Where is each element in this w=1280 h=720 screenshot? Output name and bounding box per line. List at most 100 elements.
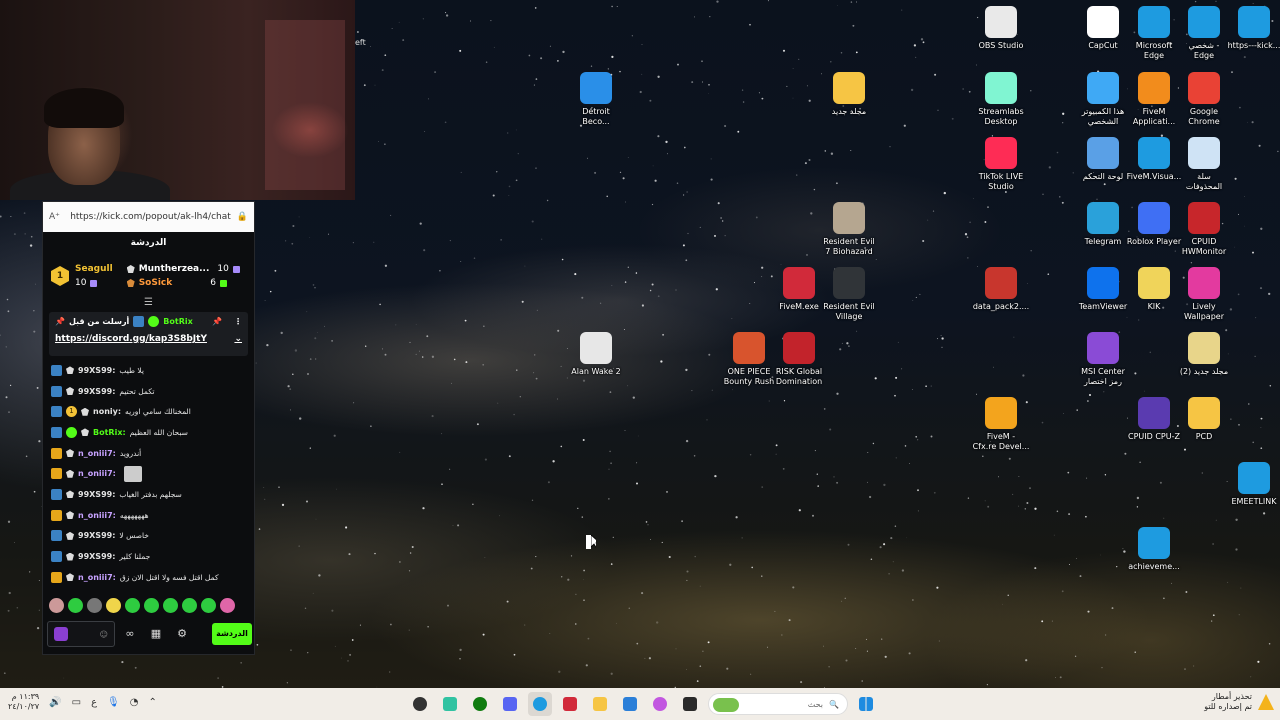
copilot-taskbar-icon[interactable]: [648, 692, 672, 716]
edge-taskbar-icon[interactable]: [528, 692, 552, 716]
star: [507, 132, 509, 134]
desktop-icon[interactable]: EMEETLINK: [1222, 462, 1280, 507]
desktop-icon[interactable]: OBS Studio: [969, 6, 1033, 51]
tray-app-icon[interactable]: ◔: [130, 697, 139, 708]
chat-username[interactable]: 99XS99:: [78, 531, 115, 540]
desktop-icon[interactable]: PCD: [1172, 397, 1236, 442]
desktop-icon[interactable]: Google Chrome: [1172, 72, 1236, 127]
star: [419, 222, 422, 225]
emote-icon[interactable]: [163, 598, 178, 613]
star: [1051, 620, 1053, 622]
star: [1136, 506, 1139, 508]
desktop-icon[interactable]: سلة المحذوفات: [1172, 137, 1236, 192]
chevron-down-icon[interactable]: ⌄: [234, 334, 242, 344]
star: [1238, 213, 1239, 215]
star: [651, 203, 654, 206]
desktop-icon[interactable]: RISK Global Domination: [767, 332, 831, 387]
leader-name[interactable]: SoSick: [139, 278, 173, 288]
emote-icon[interactable]: [125, 598, 140, 613]
emote-icon[interactable]: [49, 598, 64, 613]
chat-username[interactable]: 99XS99:: [78, 552, 115, 561]
lock-icon[interactable]: 🔒: [237, 212, 248, 222]
pinned-message[interactable]: 📌 أرسلت من قبل BotRix 📌 ⋮ https://discor…: [49, 312, 248, 356]
input-language[interactable]: ع: [91, 697, 97, 708]
chat-username[interactable]: BotRix:: [93, 428, 126, 437]
emote-icon[interactable]: [87, 598, 102, 613]
desktop-icon[interactable]: Alan Wake 2: [564, 332, 628, 377]
emote-icon[interactable]: [220, 598, 235, 613]
chat-input[interactable]: ☺: [47, 621, 115, 647]
terminal-taskbar-icon[interactable]: [678, 692, 702, 716]
desktop-icon[interactable]: مجلد جديد: [817, 72, 881, 117]
pinned-link[interactable]: https://discord.gg/kap3S8bJtY: [55, 334, 207, 344]
send-chat-button[interactable]: الدردشة: [212, 623, 252, 645]
chat-text: يلا طيب: [119, 365, 144, 375]
star: [741, 89, 744, 91]
desktop-icon[interactable]: Streamlabs Desktop: [969, 72, 1033, 127]
desktop-icon[interactable]: data_pack2....: [969, 267, 1033, 312]
microphone-icon[interactable]: 🎙: [107, 697, 120, 708]
store-taskbar-icon[interactable]: [618, 692, 642, 716]
emote-icon[interactable]: [144, 598, 159, 613]
star: [662, 333, 665, 336]
chat-username[interactable]: n_oniii7:: [78, 573, 116, 582]
file-explorer-taskbar-icon[interactable]: [588, 692, 612, 716]
collapse-leaderboard-icon[interactable]: ☰: [43, 298, 254, 310]
reader-icon[interactable]: A⁺: [49, 212, 60, 222]
desktop-icon[interactable]: Resident Evil Village: [817, 267, 881, 322]
desktop-icon[interactable]: MSI Center رمز اختصار: [1071, 332, 1135, 387]
chat-username[interactable]: 99XS99:: [78, 387, 115, 396]
taskbar-search[interactable]: بحث 🔍: [708, 693, 848, 715]
gear-icon[interactable]: ⚙: [171, 623, 193, 645]
desktop-icon[interactable]: CPUID HWMonitor: [1172, 202, 1236, 257]
star: [937, 109, 939, 111]
emoji-picker-icon[interactable]: ☺: [100, 630, 108, 639]
desktop-icon[interactable]: Détroit Beco...: [564, 72, 628, 127]
desktop-icon[interactable]: TikTok LIVE Studio: [969, 137, 1033, 192]
desktop-icon[interactable]: Resident Evil 7 Biohazard: [817, 202, 881, 257]
desktop-icon-label: FiveM - Cfx.re Devel...: [972, 432, 1030, 451]
desktop-icon[interactable]: (2) مجلد جديد: [1172, 332, 1236, 377]
weather-widget[interactable]: تحذير أمطار تم إصداره للتو: [1204, 692, 1274, 712]
address-bar[interactable]: A⁺ https://kick.com/popout/ak-lh4/chat 🔒: [43, 202, 254, 232]
streamlabs-taskbar-icon[interactable]: [438, 692, 462, 716]
star: [774, 610, 776, 612]
emote-icon[interactable]: [201, 598, 216, 613]
star: [517, 152, 519, 155]
emote-menu-icon[interactable]: ∞: [119, 623, 141, 645]
leader-name[interactable]: Seagull: [75, 264, 113, 274]
desktop-icon[interactable]: Lively Wallpaper: [1172, 267, 1236, 322]
xbox-taskbar-icon[interactable]: [468, 692, 492, 716]
emote-icon[interactable]: [68, 598, 83, 613]
desktop-icon[interactable]: FiveM - Cfx.re Devel...: [969, 397, 1033, 452]
fivem-taskbar-icon[interactable]: [558, 692, 582, 716]
moderator-badge-icon: [133, 316, 145, 327]
chevron-up-icon[interactable]: ⌃: [148, 697, 156, 708]
desktop-icon[interactable]: https---kick...: [1222, 6, 1280, 51]
obs-taskbar-icon[interactable]: [408, 692, 432, 716]
chat-text: أندرويد: [119, 448, 142, 458]
desktop-icon[interactable]: achieveme...: [1122, 527, 1186, 572]
star: [336, 488, 337, 490]
start-button[interactable]: [854, 692, 878, 716]
chat-username[interactable]: 99XS99:: [78, 490, 115, 499]
more-options-icon[interactable]: ⋮: [234, 317, 242, 326]
chat-username[interactable]: n_oniii7:: [78, 449, 116, 458]
chat-username[interactable]: 99XS99:: [78, 366, 115, 375]
volume-icon[interactable]: 🔊: [49, 697, 61, 708]
store-icon[interactable]: ▦: [145, 623, 167, 645]
emote-icon[interactable]: [106, 598, 121, 613]
unpin-icon[interactable]: 📌: [212, 317, 222, 326]
clock[interactable]: ١١:٣٩ م ٢٤/١٠/٢٧: [8, 692, 39, 712]
discord-taskbar-icon[interactable]: [498, 692, 522, 716]
star: [1068, 513, 1071, 516]
network-icon[interactable]: ▭: [72, 697, 81, 708]
leader-name[interactable]: Muntherzea...: [139, 264, 210, 274]
emote-icon[interactable]: [182, 598, 197, 613]
star: [1268, 643, 1271, 645]
address-url[interactable]: https://kick.com/popout/ak-lh4/chat: [66, 212, 231, 222]
chat-username[interactable]: noniy:: [93, 407, 121, 416]
pinned-user[interactable]: BotRix: [163, 317, 192, 326]
chat-username[interactable]: n_oniii7:: [78, 511, 116, 520]
chat-username[interactable]: n_oniii7:: [78, 469, 116, 478]
